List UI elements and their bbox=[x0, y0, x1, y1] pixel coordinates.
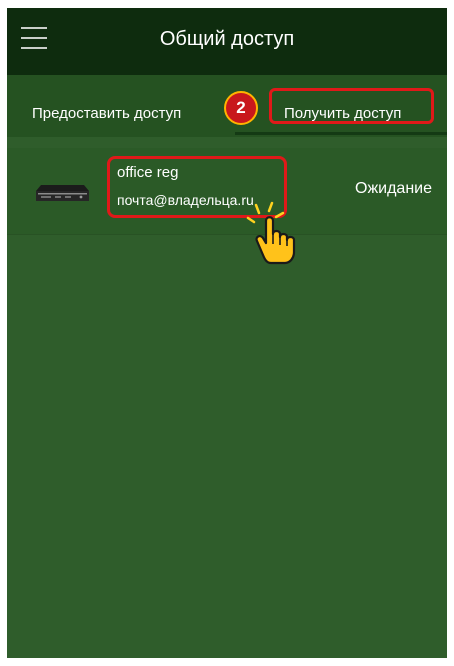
active-tab-indicator bbox=[235, 132, 447, 135]
dvr-icon bbox=[36, 185, 89, 201]
share-list-item[interactable]: office reg почта@владельца.ru Ожидание bbox=[7, 148, 447, 235]
receive-access-highlight bbox=[269, 88, 434, 124]
device-name: office reg bbox=[117, 164, 179, 181]
page-title: Общий доступ bbox=[159, 28, 295, 50]
step-badge: 2 bbox=[224, 91, 258, 125]
app-bar: Общий доступ bbox=[7, 8, 447, 75]
status-label: Ожидание bbox=[355, 180, 432, 197]
owner-email: почта@владельца.ru bbox=[117, 192, 254, 208]
app-screen: Общий доступ Предоставить доступ Получит… bbox=[7, 8, 447, 658]
tab-grant-access[interactable]: Предоставить доступ bbox=[32, 105, 181, 122]
pointer-hand-icon bbox=[246, 201, 296, 265]
